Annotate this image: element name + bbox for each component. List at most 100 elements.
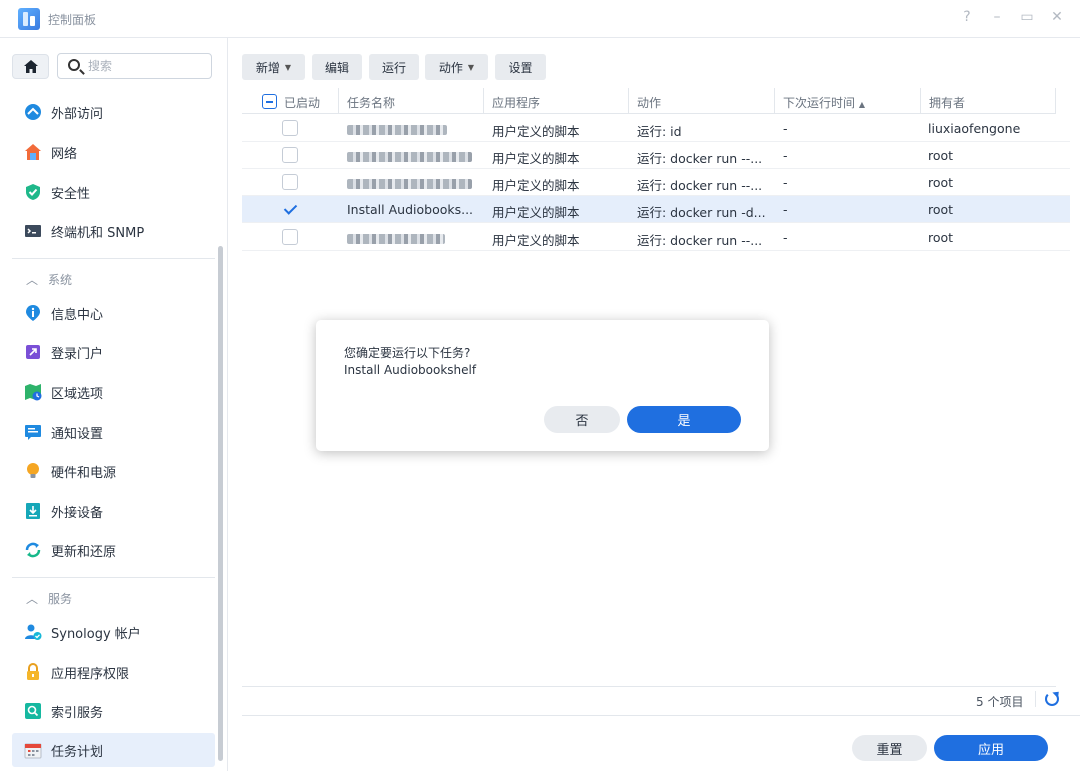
section-services[interactable]: ︿ 服务 — [26, 590, 72, 607]
sidebar-item-external-devices[interactable]: 外接设备 — [12, 494, 215, 528]
sidebar-item-indexing-service[interactable]: 索引服务 — [12, 694, 215, 728]
table-row[interactable]: 用户定义的脚本 运行: docker run --... - root — [242, 142, 1070, 169]
column-separator — [1055, 88, 1056, 114]
add-button[interactable]: 新增 ▼ — [242, 54, 305, 80]
task-name-cell — [347, 175, 472, 190]
column-application[interactable]: 应用程序 — [492, 94, 540, 111]
close-icon[interactable]: ✕ — [1048, 9, 1066, 25]
external-device-icon — [26, 503, 40, 519]
task-name-cell: Install Audiobooks... — [347, 202, 474, 217]
enabled-checkbox[interactable] — [282, 174, 298, 190]
column-action[interactable]: 动作 — [637, 94, 661, 111]
sidebar-item-network[interactable]: 网络 — [12, 135, 215, 169]
sidebar-item-label: 外部访问 — [51, 106, 104, 122]
enabled-checkbox[interactable] — [282, 147, 298, 163]
column-enabled[interactable]: 已启动 — [284, 94, 320, 111]
enabled-checkbox-checked[interactable] — [282, 201, 298, 217]
maximize-icon[interactable]: ▭ — [1018, 9, 1036, 25]
help-icon[interactable]: ? — [958, 9, 976, 25]
next-run-cell: - — [783, 230, 788, 245]
application-cell: 用户定义的脚本 — [492, 151, 580, 166]
sidebar-scrollbar[interactable] — [218, 246, 223, 761]
next-run-cell: - — [783, 175, 788, 190]
sidebar-item-task-scheduler[interactable]: 任务计划 — [12, 733, 215, 767]
enabled-checkbox[interactable] — [282, 120, 298, 136]
refresh-icon[interactable] — [1045, 692, 1059, 706]
sidebar-item-region-options[interactable]: 区域选项 — [12, 375, 215, 409]
sidebar-item-synology-account[interactable]: Synology 帐户 — [12, 615, 215, 649]
grid-header: 已启动 任务名称 应用程序 动作 下次运行时间 ▲ 拥有者 — [242, 88, 1056, 114]
table-row-selected[interactable]: Install Audiobooks... 用户定义的脚本 运行: docker… — [242, 196, 1070, 223]
terminal-icon — [25, 225, 41, 237]
sidebar-item-update-restore[interactable]: 更新和还原 — [12, 533, 215, 567]
search-input[interactable] — [88, 57, 206, 75]
owner-cell: root — [928, 230, 954, 245]
reset-button[interactable]: 重置 — [852, 735, 927, 761]
task-name-cell — [347, 121, 447, 136]
chevron-up-icon: ︿ — [26, 273, 39, 287]
action-button[interactable]: 动作 ▼ — [425, 54, 488, 80]
sidebar-item-label: Synology 帐户 — [51, 626, 141, 642]
application-cell: 用户定义的脚本 — [492, 233, 580, 248]
column-task-name[interactable]: 任务名称 — [347, 94, 395, 111]
home-icon — [23, 60, 38, 73]
column-separator — [628, 88, 629, 114]
no-button[interactable]: 否 — [544, 406, 620, 433]
confirm-dialog: 您确定要运行以下任务? Install Audiobookshelf 否 是 — [316, 320, 769, 451]
column-separator — [483, 88, 484, 114]
network-icon — [25, 144, 41, 160]
bottom-divider — [242, 715, 1080, 716]
minimize-icon[interactable]: – — [988, 9, 1006, 25]
table-row[interactable]: 用户定义的脚本 运行: id - liuxiaofengone — [242, 115, 1070, 142]
task-name-cell — [347, 148, 472, 163]
footer-separator — [1035, 691, 1036, 707]
column-next-run-time[interactable]: 下次运行时间 ▲ — [783, 94, 865, 111]
calendar-icon — [24, 743, 42, 759]
account-icon — [25, 624, 42, 640]
control-panel-icon — [18, 8, 40, 30]
sidebar-item-notification[interactable]: 通知设置 — [12, 415, 215, 449]
column-owner[interactable]: 拥有者 — [929, 94, 965, 111]
shield-icon — [26, 184, 40, 200]
enabled-checkbox[interactable] — [282, 229, 298, 245]
owner-cell: root — [928, 175, 954, 190]
update-icon — [25, 542, 41, 558]
run-button[interactable]: 运行 — [369, 54, 419, 80]
region-icon — [25, 384, 42, 401]
sidebar-divider — [12, 577, 215, 578]
sidebar-item-info-center[interactable]: 信息中心 — [12, 296, 215, 330]
sidebar-item-login-portal[interactable]: 登录门户 — [12, 335, 215, 369]
section-system[interactable]: ︿ 系统 — [26, 271, 72, 288]
action-cell: 运行: docker run --... — [637, 233, 763, 248]
sidebar-item-label: 信息中心 — [51, 307, 104, 323]
apply-button[interactable]: 应用 — [934, 735, 1048, 761]
settings-button[interactable]: 设置 — [495, 54, 546, 80]
sidebar-item-hardware-power[interactable]: 硬件和电源 — [12, 454, 215, 488]
home-button[interactable] — [12, 54, 49, 79]
dialog-question: 您确定要运行以下任务? — [344, 346, 471, 360]
sidebar-item-label: 索引服务 — [51, 705, 104, 721]
blurred-text — [347, 178, 472, 189]
sidebar-item-app-privileges[interactable]: 应用程序权限 — [12, 655, 215, 689]
blurred-text — [347, 124, 447, 135]
sidebar-item-label: 网络 — [51, 146, 78, 162]
edit-button[interactable]: 编辑 — [312, 54, 362, 80]
search-box[interactable] — [57, 53, 212, 79]
table-row[interactable]: 用户定义的脚本 运行: docker run --... - root — [242, 224, 1070, 251]
next-run-cell: - — [783, 202, 788, 217]
select-all-checkbox[interactable] — [262, 94, 277, 109]
yes-button[interactable]: 是 — [627, 406, 741, 433]
sidebar-item-security[interactable]: 安全性 — [12, 175, 215, 209]
sidebar-item-label: 安全性 — [51, 186, 91, 202]
sidebar-item-terminal-snmp[interactable]: 终端机和 SNMP — [12, 214, 215, 248]
column-separator — [338, 88, 339, 114]
sidebar-item-label: 终端机和 SNMP — [51, 225, 145, 241]
task-name-cell — [347, 230, 445, 245]
table-row[interactable]: 用户定义的脚本 运行: docker run --... - root — [242, 169, 1070, 196]
sidebar-item-label: 应用程序权限 — [51, 666, 130, 682]
dialog-task-name: Install Audiobookshelf — [344, 363, 477, 377]
sidebar-item-external-access[interactable]: 外部访问 — [12, 95, 215, 129]
search-icon — [68, 59, 80, 71]
info-icon — [26, 305, 40, 321]
chevron-up-icon: ︿ — [26, 592, 39, 606]
